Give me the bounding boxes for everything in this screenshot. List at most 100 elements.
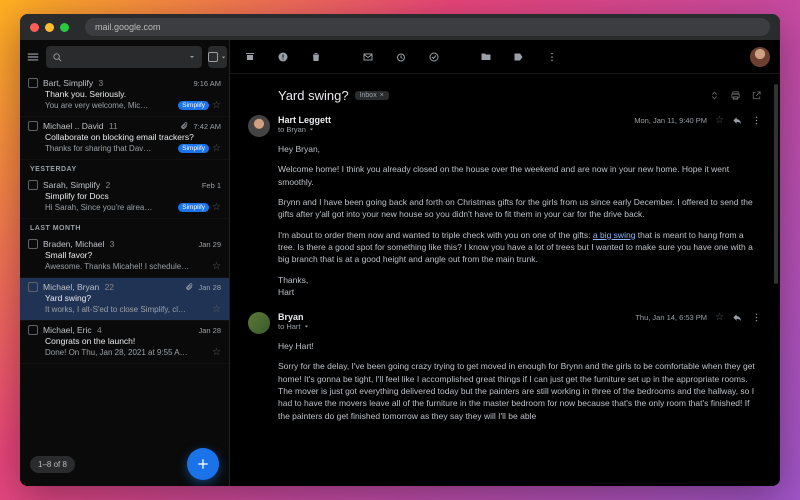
url-bar[interactable]: mail.google.com [85,18,770,36]
message-more-button[interactable] [751,312,762,323]
sender-avatar[interactable] [248,115,270,137]
recipient-line[interactable]: to Bryan [278,125,626,134]
message: Hart Leggettto Bryan Mon, Jan 11, 9:40 P… [248,115,762,298]
thread-snippet: You are very welcome, Mic… [45,101,175,110]
print-button[interactable] [730,90,741,101]
star-icon[interactable]: ☆ [212,347,221,358]
message-body: Hey Hart!Sorry for the delay, I've been … [278,340,762,422]
message-header: Bryanto Hart Thu, Jan 14, 6:53 PM☆ [248,312,762,334]
big-swing-link[interactable]: a big swing [593,230,636,240]
scrollbar[interactable] [774,84,778,284]
subject-actions [709,90,762,101]
thread-snippet: Hi Sarah, Since you're alrea… [45,203,175,212]
profile-avatar[interactable] [750,47,770,67]
thread-from: Sarah, Simplify 2 [43,180,197,190]
subject-row: Yard swing? Inbox × [278,88,762,103]
sender-avatar[interactable] [248,312,270,334]
star-icon[interactable]: ☆ [212,143,221,154]
star-icon[interactable]: ☆ [715,115,724,126]
thread-snippet: Done! On Thu, Jan 28, 2021 at 9:55 A… [45,348,209,357]
left-toolbar [20,40,229,74]
compose-button[interactable] [187,448,219,480]
thread-from: Bart, Simplify 3 [43,78,188,88]
checkbox[interactable] [28,180,38,190]
thread-row[interactable]: Bart, Simplify 39:16 AMThank you. Seriou… [20,74,229,117]
label-chip: Simplify [178,203,209,212]
thread-time: 7:42 AM [193,122,221,131]
select-all-button[interactable] [208,46,227,68]
search-input[interactable] [67,52,184,62]
main-menu-button[interactable] [26,47,40,67]
list-footer: 1–8 of 8 [20,442,229,486]
thread-from: Braden, Michael 3 [43,239,193,249]
reply-button[interactable] [732,115,743,126]
pager[interactable]: 1–8 of 8 [30,456,75,473]
section-header: YESTERDAY [20,160,229,176]
browser-window: mail.google.com Bart, Simplify 39:16 AMT… [20,14,780,486]
delete-button[interactable] [306,47,326,67]
thread-row[interactable]: Sarah, Simplify 2 Feb 1Simplify for Docs H… [20,176,229,219]
thread-time: Jan 29 [198,240,221,249]
thread-row[interactable]: Braden, Michael 3Jan 29Small favor?Aweso… [20,235,229,278]
thread-row[interactable]: Michael .. David 11 7:42 AMCollaborate on… [20,117,229,160]
thread-row[interactable]: Michael, Eric 4Jan 28Congrats on the lau… [20,321,229,364]
star-icon[interactable]: ☆ [212,100,221,111]
paperclip-icon [180,122,188,130]
collapse-button[interactable] [709,90,720,101]
titlebar: mail.google.com [20,14,780,40]
sender-name: Bryan [278,312,627,322]
reading-toolbar [230,40,780,74]
checkbox[interactable] [28,78,38,88]
thread-from: Michael .. David 11 [43,121,175,131]
label-chip: Simplify [178,101,209,110]
checkbox[interactable] [28,239,38,249]
window-minimize[interactable] [45,23,54,32]
search-icon [52,52,63,63]
snooze-button[interactable] [391,47,411,67]
more-button[interactable] [542,47,562,67]
paperclip-icon [185,283,193,291]
archive-button[interactable] [240,47,260,67]
thread-subject: Simplify for Docs [45,191,221,201]
message-body: Hey Bryan,Welcome home! I think you alre… [278,143,762,298]
label-chip: Simplify [178,144,209,153]
checkbox[interactable] [28,282,38,292]
window-close[interactable] [30,23,39,32]
message: Bryanto Hart Thu, Jan 14, 6:53 PM☆ Hey Ha… [248,312,762,422]
thread-time: 9:16 AM [193,79,221,88]
mark-unread-button[interactable] [358,47,378,67]
thread-snippet: Awesome. Thanks Micahel! I schedule… [45,262,209,271]
thread-row[interactable]: Michael, Bryan 22Jan 28Yard swing?It wor… [20,278,229,321]
inbox-label[interactable]: Inbox × [355,91,389,100]
chevron-down-icon [220,54,227,61]
thread-time: Feb 1 [202,181,221,190]
star-icon[interactable]: ☆ [212,202,221,213]
thread-from: Michael, Eric 4 [43,325,193,335]
thread-time: Jan 28 [198,283,221,292]
star-icon[interactable]: ☆ [212,261,221,272]
thread-snippet: It works, I alt-S'ed to close Simplify, … [45,305,209,314]
window-zoom[interactable] [60,23,69,32]
chevron-down-icon[interactable] [188,53,196,61]
thread-subject: Collaborate on blocking email trackers? [45,132,221,142]
plus-icon [195,456,211,472]
checkbox[interactable] [28,121,38,131]
section-header: LAST MONTH [20,219,229,235]
close-icon[interactable]: × [380,92,384,99]
search-bar[interactable] [46,46,202,68]
recipient-line[interactable]: to Hart [278,322,627,331]
new-window-button[interactable] [751,90,762,101]
labels-button[interactable] [509,47,529,67]
add-task-button[interactable] [424,47,444,67]
message-list-pane: Bart, Simplify 39:16 AMThank you. Seriou… [20,40,230,486]
star-icon[interactable]: ☆ [715,312,724,323]
move-to-button[interactable] [476,47,496,67]
reply-button[interactable] [732,312,743,323]
chevron-down-icon [308,126,315,133]
checkbox[interactable] [28,325,38,335]
star-icon[interactable]: ☆ [212,304,221,315]
message-more-button[interactable] [751,115,762,126]
reading-pane: Yard swing? Inbox × Hart Leggettto Bryan… [230,40,780,486]
thread-subject: Congrats on the launch! [45,336,221,346]
spam-button[interactable] [273,47,293,67]
